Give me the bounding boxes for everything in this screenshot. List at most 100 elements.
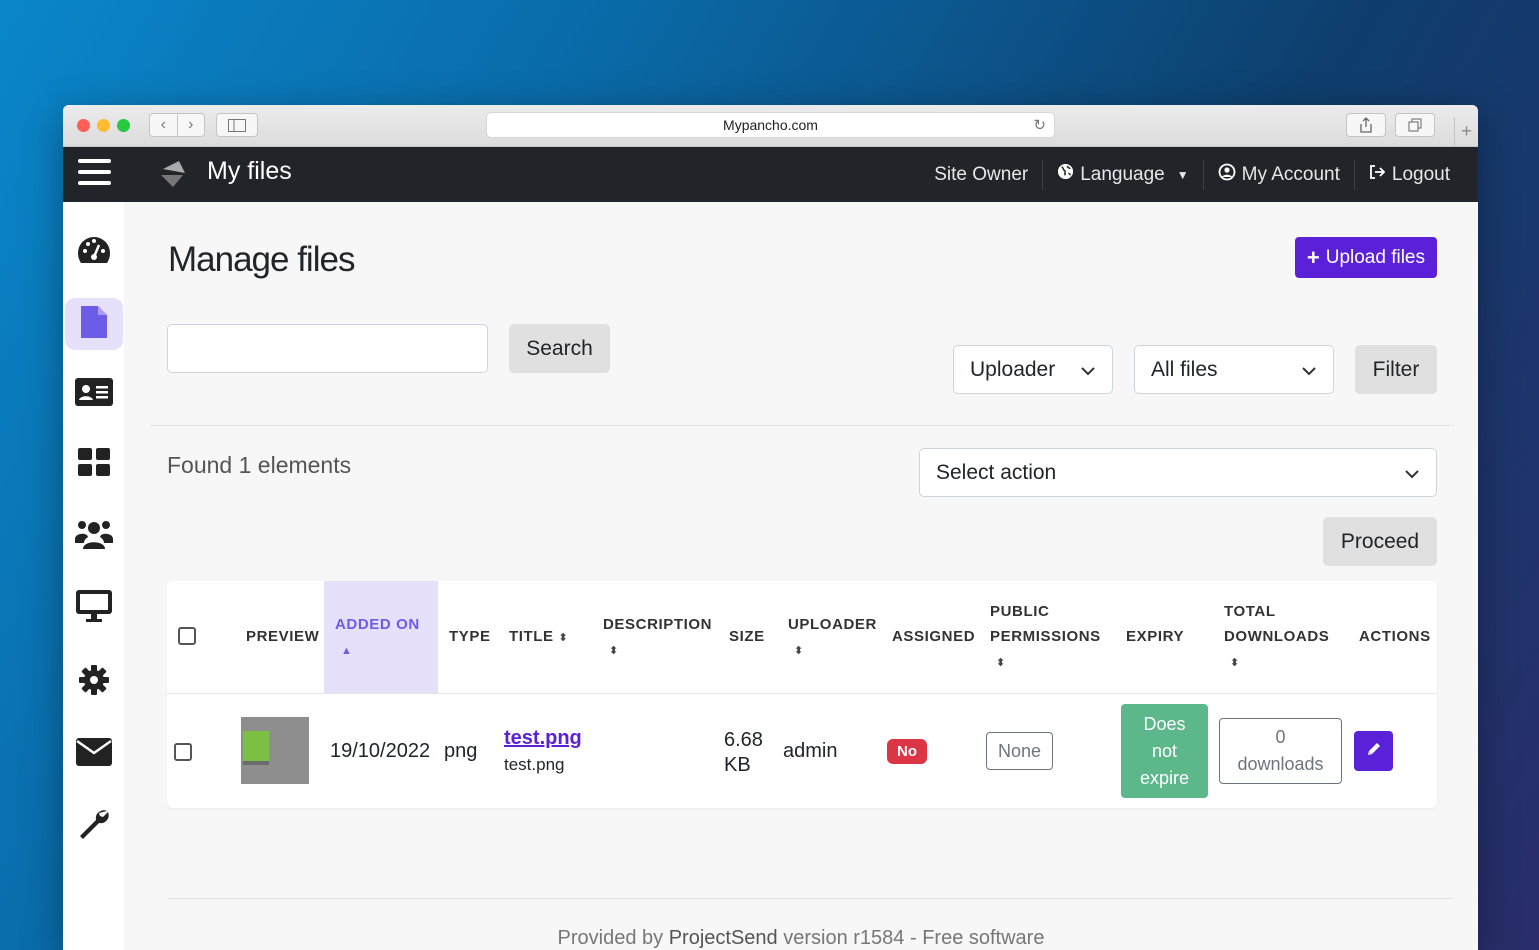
header-added-on[interactable]: ADDED ON ▲ xyxy=(335,612,420,664)
caret-down-icon: ▼ xyxy=(1176,167,1189,182)
navbar-right: Site Owner Language ▼ My Account Logout xyxy=(920,147,1478,202)
tabs-icon[interactable] xyxy=(1395,113,1435,137)
sidebar-item-dashboard[interactable] xyxy=(63,226,124,278)
page-title: Manage files xyxy=(168,240,355,279)
reload-icon[interactable]: ↻ xyxy=(1033,113,1046,138)
plus-icon: + xyxy=(1306,244,1320,270)
expiry-line2: not xyxy=(1151,740,1178,761)
downloads-count: 0 xyxy=(1275,727,1286,747)
language-label: Language xyxy=(1080,163,1165,185)
cell-size: 6.68 KB xyxy=(724,728,763,778)
header-public-line2: PERMISSIONS xyxy=(990,628,1101,645)
header-title[interactable]: TITLE ⬍ xyxy=(509,624,568,651)
filter-button[interactable]: Filter xyxy=(1355,345,1437,394)
forward-icon[interactable]: › xyxy=(176,114,205,136)
downloads-button[interactable]: 0 downloads xyxy=(1219,718,1342,784)
edit-file-button[interactable] xyxy=(1354,731,1393,771)
upload-files-button[interactable]: + Upload files xyxy=(1294,237,1437,278)
share-icon[interactable] xyxy=(1346,113,1386,137)
sidebar-item-clients[interactable] xyxy=(63,368,124,420)
header-uploader[interactable]: UPLOADER ⬍ xyxy=(788,612,877,664)
my-account-link[interactable]: My Account xyxy=(1202,159,1354,190)
header-added-on-label: ADDED ON xyxy=(335,616,420,633)
public-permissions-button[interactable]: None xyxy=(986,732,1053,770)
sidebar xyxy=(63,202,124,950)
language-dropdown[interactable]: Language ▼ xyxy=(1042,159,1202,190)
uploader-select[interactable]: Uploader xyxy=(953,345,1113,394)
sidebar-item-options[interactable] xyxy=(63,656,124,708)
brand-title[interactable]: My files xyxy=(207,157,292,186)
sidebar-item-files[interactable] xyxy=(65,298,123,350)
logo-icon xyxy=(159,159,189,194)
sidebar-item-email[interactable] xyxy=(63,728,124,780)
globe-icon xyxy=(1057,163,1074,186)
search-input[interactable] xyxy=(167,324,488,373)
maximize-window-button[interactable] xyxy=(117,119,130,132)
header-type: TYPE xyxy=(449,628,491,645)
sort-icon: ⬍ xyxy=(558,632,569,644)
file-title-link[interactable]: test.png xyxy=(504,727,582,750)
row-checkbox[interactable] xyxy=(174,743,192,761)
divider xyxy=(151,425,1453,426)
sort-asc-icon: ▲ xyxy=(341,645,353,657)
cell-size-unit: KB xyxy=(724,754,751,776)
sidebar-item-categories[interactable] xyxy=(63,438,124,490)
header-total-downloads[interactable]: TOTAL DOWNLOADS ⬍ xyxy=(1224,599,1329,676)
cell-size-value: 6.68 xyxy=(724,729,763,751)
proceed-button[interactable]: Proceed xyxy=(1323,517,1437,566)
back-icon[interactable]: ‹ xyxy=(150,114,177,136)
search-button[interactable]: Search xyxy=(509,324,610,373)
header-expiry: EXPIRY xyxy=(1126,628,1185,645)
sort-icon: ⬍ xyxy=(996,657,1006,669)
browser-chrome: ‹ › Mypancho.com ↻ + xyxy=(63,105,1478,147)
footer: Provided by ProjectSend version r1584 - … xyxy=(124,927,1478,950)
header-size: SIZE xyxy=(729,628,765,645)
header-description-label: DESCRIPTION xyxy=(603,616,713,633)
users-icon xyxy=(74,517,114,556)
site-owner-link[interactable]: Site Owner xyxy=(920,160,1042,190)
address-bar[interactable]: Mypancho.com ↻ xyxy=(486,112,1055,138)
downloads-label: downloads xyxy=(1237,754,1324,774)
sort-icon: ⬍ xyxy=(794,645,804,657)
file-preview-thumbnail[interactable] xyxy=(241,717,309,784)
browser-window: ‹ › Mypancho.com ↻ + My files Site Owner… xyxy=(63,105,1478,950)
sidebar-item-tools[interactable] xyxy=(63,800,124,852)
main-content: Manage files + Upload files Search Uploa… xyxy=(124,202,1478,950)
cell-type: png xyxy=(444,740,478,762)
menu-toggle-icon[interactable] xyxy=(78,159,111,189)
expiry-badge: Does not expire xyxy=(1121,704,1208,798)
header-public-permissions[interactable]: PUBLIC PERMISSIONS ⬍ xyxy=(990,599,1101,676)
footer-divider xyxy=(167,898,1453,899)
envelope-icon xyxy=(75,737,113,772)
cell-added-on: 19/10/2022 xyxy=(330,740,431,762)
footer-suffix: version r1584 - Free software xyxy=(783,927,1045,949)
close-window-button[interactable] xyxy=(77,119,90,132)
header-preview: PREVIEW xyxy=(246,628,320,645)
header-assigned: ASSIGNED xyxy=(892,628,976,645)
sidebar-toggle-icon[interactable] xyxy=(216,113,258,137)
expiry-line3: expire xyxy=(1139,767,1190,788)
files-select-value: All files xyxy=(1151,357,1218,381)
select-all-checkbox[interactable] xyxy=(178,627,196,645)
new-tab-icon[interactable]: + xyxy=(1454,117,1478,147)
user-circle-icon xyxy=(1218,163,1236,187)
header-public-line1: PUBLIC xyxy=(990,603,1050,620)
minimize-window-button[interactable] xyxy=(97,119,110,132)
logout-link[interactable]: Logout xyxy=(1353,159,1478,190)
cell-filename: test.png xyxy=(504,755,565,774)
cell-uploader: admin xyxy=(783,740,838,762)
logout-label: Logout xyxy=(1391,163,1450,185)
files-select[interactable]: All files xyxy=(1134,345,1334,394)
my-account-label: My Account xyxy=(1241,163,1340,185)
header-total-line2: DOWNLOADS xyxy=(1224,628,1330,645)
footer-product-link[interactable]: ProjectSend xyxy=(669,927,778,949)
sidebar-item-templates[interactable] xyxy=(63,582,124,634)
header-actions: ACTIONS xyxy=(1359,628,1431,645)
top-navbar: My files Site Owner Language ▼ My Accoun… xyxy=(63,147,1478,202)
header-description[interactable]: DESCRIPTION ⬍ xyxy=(603,612,712,664)
chevron-down-icon xyxy=(1301,358,1317,382)
sort-icon: ⬍ xyxy=(609,645,619,657)
bulk-action-select[interactable]: Select action xyxy=(919,448,1437,497)
header-title-label: TITLE xyxy=(509,628,554,645)
sidebar-item-groups[interactable] xyxy=(63,510,124,562)
